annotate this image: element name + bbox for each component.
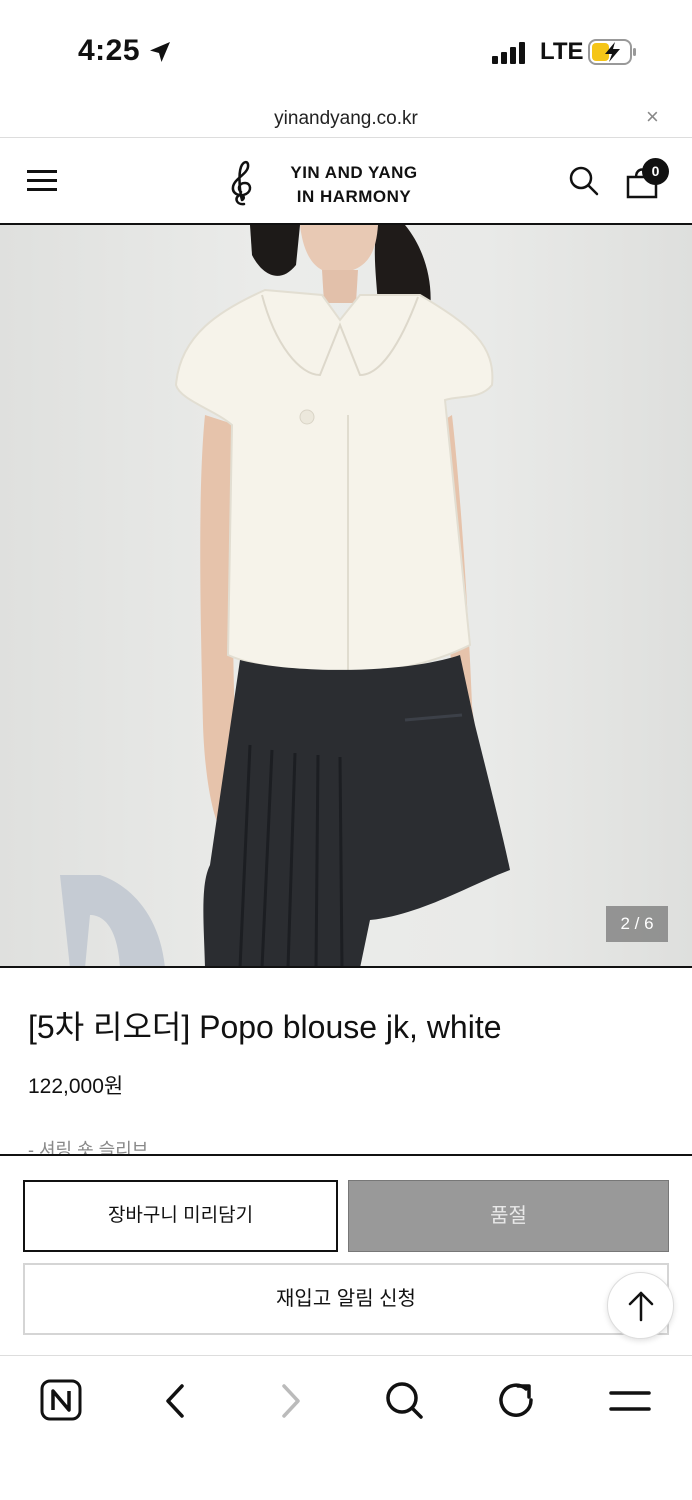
cart-count-badge[interactable]: 0 (642, 158, 669, 185)
product-image[interactable]: 2 / 6 (0, 225, 692, 968)
logo-line-1: YIN AND YANG (290, 163, 418, 182)
status-bar: 4:25 LTE (0, 0, 692, 100)
soldout-button[interactable]: 품절 (348, 1180, 669, 1252)
treble-clef-logo[interactable] (224, 157, 260, 207)
close-icon[interactable]: × (646, 106, 664, 128)
browser-url-bar[interactable]: yinandyang.co.kr × (0, 100, 692, 138)
back-icon[interactable] (153, 1378, 199, 1424)
signal-icon (492, 40, 528, 64)
reload-icon[interactable] (494, 1378, 540, 1424)
forward-icon[interactable] (267, 1378, 313, 1424)
brand-logo-text[interactable]: YIN AND YANG IN HARMONY (278, 161, 430, 209)
browser-toolbar (0, 1355, 692, 1500)
logo-line-2: IN HARMONY (296, 187, 412, 206)
naver-home-icon[interactable] (39, 1378, 85, 1424)
location-arrow-icon (150, 42, 170, 62)
search-icon[interactable] (381, 1378, 427, 1424)
scroll-to-top-button[interactable] (607, 1272, 674, 1339)
network-type: LTE (540, 38, 584, 65)
site-header: YIN AND YANG IN HARMONY (0, 139, 692, 225)
restock-notify-button[interactable]: 재입고 알림 신청 (23, 1263, 669, 1335)
product-title: [5차 리오더] Popo blouse jk, white (28, 1009, 502, 1045)
arrow-up-icon (628, 1291, 654, 1322)
search-icon[interactable] (568, 165, 600, 197)
product-description: - 셔링 숏 슬리브 (28, 1140, 149, 1155)
status-time: 4:25 (78, 34, 141, 67)
battery-charging-icon (588, 39, 636, 65)
image-counter: 2 / 6 (606, 906, 668, 942)
url-domain[interactable]: yinandyang.co.kr (0, 108, 692, 130)
add-to-cart-button[interactable]: 장바구니 미리담기 (23, 1180, 338, 1252)
product-price: 122,000원 (28, 1075, 124, 1098)
menu-icon[interactable] (607, 1378, 653, 1424)
purchase-action-bar: 장바구니 미리담기 품절 재입고 알림 신청 (0, 1154, 692, 1354)
product-photo (60, 225, 510, 966)
menu-icon[interactable] (27, 168, 57, 192)
